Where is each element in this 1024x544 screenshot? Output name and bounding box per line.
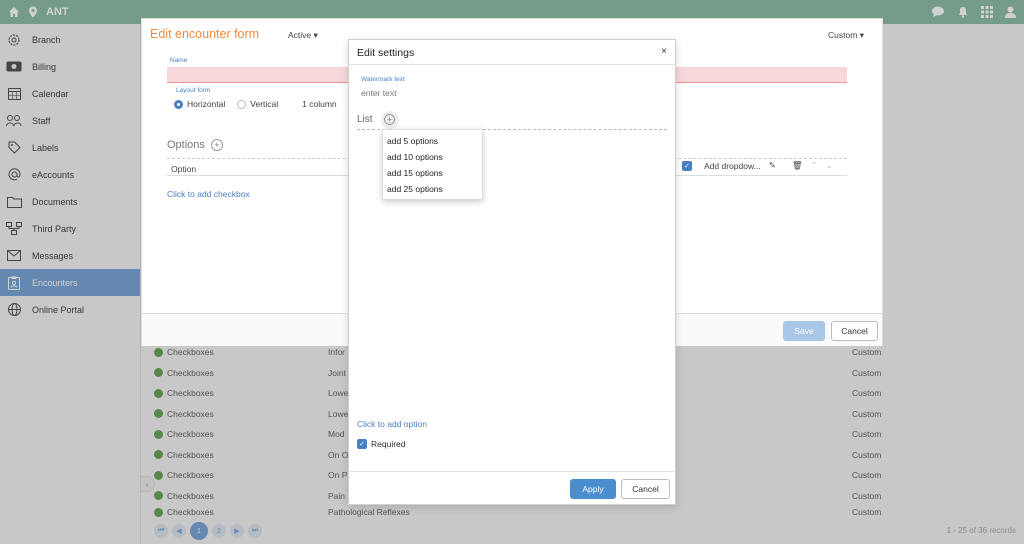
edit-settings-dialog: Edit settings × Watermark text List + ad…: [348, 39, 676, 505]
vertical-radio[interactable]: Vertical: [237, 99, 278, 110]
caret-down-icon: ▾: [859, 30, 864, 40]
dropdown-item-add-10[interactable]: add 10 options: [383, 149, 482, 165]
checkbox-checked-icon: ✓: [357, 439, 367, 449]
list-row: List +: [357, 110, 667, 130]
type-dropdown[interactable]: Custom ▾: [828, 30, 864, 41]
cancel-button[interactable]: Cancel: [831, 321, 878, 341]
watermark-label: Watermark text: [361, 76, 405, 83]
cancel-button[interactable]: Cancel: [621, 479, 670, 499]
caret-down-icon: ▾: [313, 30, 318, 40]
pencil-icon[interactable]: ✎: [769, 160, 776, 171]
checkbox-checked-icon[interactable]: ✓: [682, 160, 692, 171]
apply-button[interactable]: Apply: [570, 479, 616, 499]
plus-circle-icon: +: [384, 114, 396, 125]
save-button[interactable]: Save: [783, 321, 825, 341]
options-section-title: Options +: [167, 139, 223, 151]
dropdown-item-add-15[interactable]: add 15 options: [383, 165, 482, 181]
add-checkbox-link[interactable]: Click to add checkbox: [167, 189, 250, 199]
modal-title: Edit encounter form: [150, 27, 260, 41]
required-label: Required: [371, 439, 406, 449]
add-dropdown-label[interactable]: Add dropdow...: [704, 161, 761, 171]
status-dropdown[interactable]: Active ▾: [288, 30, 318, 41]
layout-radio-group: Horizontal Vertical 1 column: [174, 99, 337, 110]
chevron-down-icon[interactable]: ⌄: [826, 160, 833, 171]
close-icon[interactable]: ×: [661, 46, 667, 57]
add-option-link[interactable]: Click to add option: [357, 419, 427, 429]
add-options-dropdown: add 5 options add 10 options add 15 opti…: [382, 129, 483, 200]
layout-label: Layout form: [176, 87, 211, 94]
dialog-header: Edit settings ×: [349, 40, 675, 65]
columns-select[interactable]: 1 column: [302, 99, 337, 109]
required-checkbox[interactable]: ✓ Required: [357, 439, 406, 449]
dropdown-item-add-5[interactable]: add 5 options: [383, 133, 482, 149]
dropdown-item-add-25[interactable]: add 25 options: [383, 181, 482, 197]
list-label: List: [357, 114, 373, 125]
dialog-title: Edit settings: [357, 47, 415, 59]
add-option-plus-icon[interactable]: +: [210, 139, 223, 151]
radio-selected-icon: [174, 100, 183, 110]
add-list-button[interactable]: +: [380, 110, 399, 129]
option-row-controls: ✓ Add dropdow... ✎ 🗑 ⌃ ⌄: [682, 160, 833, 171]
watermark-input[interactable]: [361, 88, 511, 98]
chevron-up-icon[interactable]: ⌃: [811, 160, 818, 171]
dialog-footer: Apply Cancel: [349, 471, 675, 505]
radio-empty-icon: [237, 100, 247, 110]
name-label: Name: [170, 57, 188, 64]
option-column-header: Option: [171, 164, 197, 174]
trash-icon[interactable]: 🗑: [792, 160, 803, 171]
horizontal-radio[interactable]: Horizontal: [174, 99, 225, 110]
